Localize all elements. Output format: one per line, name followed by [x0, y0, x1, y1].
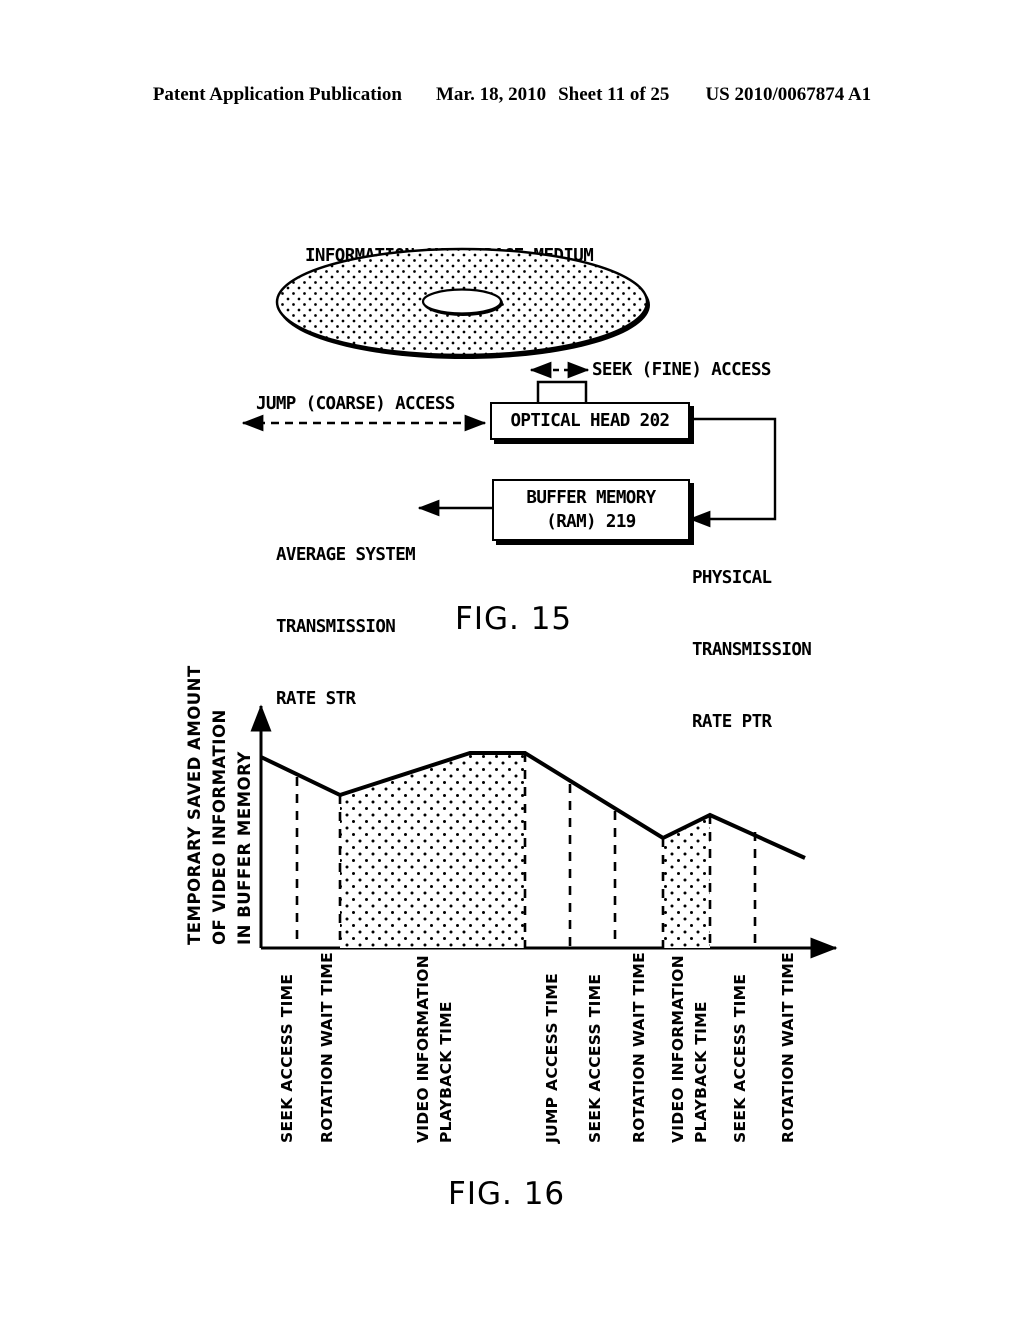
chart-xtick-2-line1: VIDEO INFORMATION [414, 954, 432, 1143]
chart-xtick-6-line1: VIDEO INFORMATION [669, 954, 687, 1143]
playback-region-1 [340, 753, 525, 948]
chart-xtick-1: ROTATION WAIT TIME [318, 951, 336, 1143]
chart-xtick-4: SEEK ACCESS TIME [586, 973, 604, 1143]
chart-xtick-3: JUMP ACCESS TIME [543, 972, 561, 1143]
chart-xtick-2-line2: PLAYBACK TIME [437, 1001, 455, 1143]
fig16-chart [250, 704, 838, 959]
chart-xtick-7: SEEK ACCESS TIME [731, 973, 749, 1143]
fig16-caption: FIG. 16 [448, 1176, 566, 1212]
chart-xtick-8: ROTATION WAIT TIME [779, 951, 797, 1143]
chart-xtick-0: SEEK ACCESS TIME [278, 973, 296, 1143]
chart-xtick-6-line2: PLAYBACK TIME [692, 1001, 710, 1143]
chart-xtick-5: ROTATION WAIT TIME [630, 951, 648, 1143]
